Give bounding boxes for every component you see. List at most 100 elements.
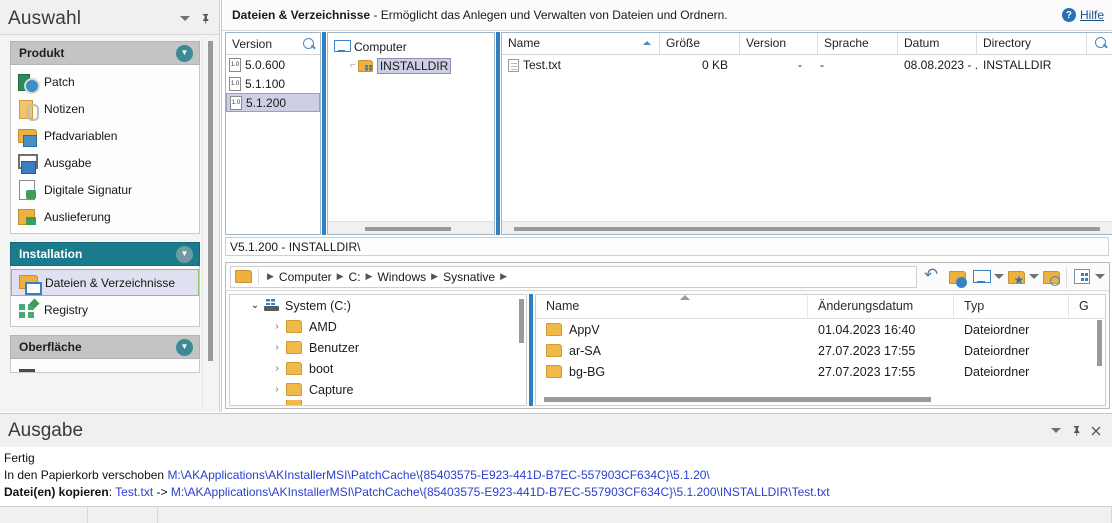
chevron-down-icon[interactable]: ▼	[176, 245, 193, 263]
tree-label: Benutzer	[309, 340, 360, 355]
sidebar-dropdown-icon[interactable]	[177, 11, 193, 27]
folder-icon	[286, 383, 302, 396]
sidebar-item-ausgabe[interactable]: Ausgabe	[11, 149, 199, 176]
explorer-tree[interactable]: ⌄ System (C:) › AMD › Benutzer › boot › …	[229, 294, 527, 406]
sidebar-item-digitale-signatur[interactable]: Digitale Signatur	[11, 176, 199, 203]
chevron-right-icon[interactable]: ›	[268, 384, 286, 395]
version-label: 5.1.100	[245, 76, 286, 91]
output-pin-icon[interactable]	[1068, 423, 1084, 439]
tree-row-partial[interactable]	[230, 400, 526, 405]
sidebar-title-bar: Auswahl	[0, 0, 219, 34]
breadcrumb-item-windows[interactable]: Windows	[374, 270, 429, 284]
list-item[interactable]: AppV 01.04.2023 16:40 Dateiordner	[536, 319, 1105, 340]
item-name: ar-SA	[569, 343, 601, 358]
tree-row-computer[interactable]: Computer	[334, 37, 494, 56]
tree-label: Capture	[309, 382, 354, 397]
column-header-type[interactable]: Typ	[954, 295, 1069, 318]
output-arrow: ->	[153, 485, 171, 499]
version-row[interactable]: 1.0 5.0.600	[226, 55, 320, 74]
sidebar-scrollbar[interactable]	[202, 37, 217, 410]
column-header-size[interactable]: G	[1069, 295, 1105, 318]
sidebar-item-ui[interactable]	[11, 362, 199, 372]
output-path-link[interactable]: M:\AKApplications\AKInstallerMSI\PatchCa…	[171, 485, 830, 499]
tree-row-boot[interactable]: › boot	[230, 358, 526, 379]
column-header-language[interactable]: Sprache	[818, 33, 898, 54]
tree-row-capture[interactable]: › Capture	[230, 379, 526, 400]
breadcrumb-item-computer[interactable]: Computer	[276, 270, 335, 284]
column-header-name[interactable]: Name	[536, 295, 808, 318]
column-header-version[interactable]: Version	[740, 33, 818, 54]
favorites-dropdown[interactable]	[1028, 274, 1039, 279]
list-item[interactable]: ar-SA 27.07.2023 17:55 Dateiordner	[536, 340, 1105, 361]
table-row[interactable]: Test.txt 0 KB - - 08.08.2023 - ... INSTA…	[502, 55, 1112, 75]
files-grid-body[interactable]: Test.txt 0 KB - - 08.08.2023 - ... INSTA…	[502, 55, 1112, 221]
sidebar-pin-icon[interactable]	[197, 11, 213, 27]
breadcrumb-arrow-icon[interactable]: ▶	[500, 271, 507, 282]
version-list[interactable]: 1.0 5.0.600 1.0 5.1.100 1.0 5.1.200	[226, 55, 320, 234]
chevron-down-icon[interactable]: ⌄	[246, 300, 264, 311]
sidebar-item-patch[interactable]: Patch	[11, 68, 199, 95]
file-list-body[interactable]: AppV 01.04.2023 16:40 Dateiordner ar-SA	[536, 319, 1105, 393]
chevron-right-icon[interactable]: ›	[268, 363, 286, 374]
column-header-modified[interactable]: Änderungsdatum	[808, 295, 954, 318]
sidebar-item-notizen[interactable]: Notizen	[11, 95, 199, 122]
chevron-right-icon[interactable]: ›	[268, 321, 286, 332]
breadcrumb[interactable]: ▶ Computer ▶ C: ▶ Windows ▶ Sysnative ▶	[230, 265, 917, 288]
list-item[interactable]: bg-BG 27.07.2023 17:55 Dateiordner	[536, 361, 1105, 382]
view-layout-button[interactable]	[1070, 266, 1094, 288]
file-list-vscrollbar[interactable]	[1096, 320, 1104, 366]
file-list-hscrollbar[interactable]	[536, 393, 1105, 405]
sidebar-item-pfadvariablen[interactable]: Pfadvariablen	[11, 122, 199, 149]
output-close-icon[interactable]	[1088, 423, 1104, 439]
output-dropdown-icon[interactable]	[1048, 423, 1064, 439]
column-header-directory[interactable]: Directory	[977, 33, 1086, 54]
column-header-date[interactable]: Datum	[898, 33, 977, 54]
sidebar-item-dateien-verzeichnisse[interactable]: Dateien & Verzeichnisse	[11, 269, 199, 296]
file-list-vscrollbar-thumb[interactable]	[1097, 320, 1102, 366]
tree-scrollbar-thumb[interactable]	[519, 299, 524, 343]
column-header-size[interactable]: Größe	[660, 33, 740, 54]
output-log[interactable]: Fertig In den Papierkorb verschoben M:\A…	[0, 447, 1112, 501]
file-list-hscrollbar-thumb[interactable]	[544, 397, 931, 402]
chevron-right-icon[interactable]: ›	[268, 342, 286, 353]
chevron-down-icon[interactable]: ▼	[176, 338, 193, 356]
tree-hscrollbar-thumb[interactable]	[364, 227, 451, 231]
search-folder-button[interactable]	[1039, 266, 1063, 288]
breadcrumb-item-c[interactable]: C:	[346, 270, 364, 284]
tree-row-system[interactable]: ⌄ System (C:)	[230, 295, 526, 316]
tree-row-benutzer[interactable]: › Benutzer	[230, 337, 526, 358]
pane-splitter[interactable]	[322, 32, 326, 235]
view-layout-dropdown[interactable]	[1094, 274, 1105, 279]
output-file-link[interactable]: Test.txt	[115, 485, 153, 499]
group-header-produkt[interactable]: Produkt ▼	[10, 41, 200, 65]
undo-button[interactable]	[921, 265, 945, 288]
sidebar-item-auslieferung[interactable]: Auslieferung	[11, 203, 199, 230]
sidebar-scrollbar-thumb[interactable]	[208, 41, 213, 361]
files-hscrollbar[interactable]	[502, 221, 1112, 234]
status-segment	[0, 507, 88, 523]
computer-button[interactable]	[969, 266, 993, 288]
help-link[interactable]: ? Hilfe	[1061, 8, 1104, 22]
tree-row-installdir[interactable]: ⌐ INSTALLDIR	[334, 56, 494, 75]
pane-splitter[interactable]	[496, 32, 500, 235]
folder-up-button[interactable]	[945, 266, 969, 288]
files-hscrollbar-thumb[interactable]	[514, 227, 1100, 231]
folder-icon	[286, 341, 302, 354]
version-row-selected[interactable]: 1.0 5.1.200	[226, 93, 320, 112]
sidebar-item-registry[interactable]: Registry	[11, 296, 199, 323]
favorites-button[interactable]	[1004, 266, 1028, 288]
column-header-name[interactable]: Name	[502, 33, 660, 54]
output-path-link[interactable]: M:\AKApplications\AKInstallerMSI\PatchCa…	[167, 468, 709, 482]
search-icon[interactable]	[302, 37, 316, 51]
group-header-installation[interactable]: Installation ▼	[10, 242, 200, 266]
group-header-oberflaeche[interactable]: Oberfläche ▼	[10, 335, 200, 359]
chevron-down-icon[interactable]: ▼	[176, 44, 193, 62]
tree-row-amd[interactable]: › AMD	[230, 316, 526, 337]
tree-hscrollbar[interactable]	[328, 221, 494, 234]
version-row[interactable]: 1.0 5.1.100	[226, 74, 320, 93]
directory-tree[interactable]: Computer ⌐ INSTALLDIR	[328, 33, 494, 221]
computer-dropdown[interactable]	[993, 274, 1004, 279]
breadcrumb-item-sysnative[interactable]: Sysnative	[440, 270, 498, 284]
drive-icon	[264, 299, 279, 312]
explorer-splitter[interactable]	[529, 294, 533, 406]
